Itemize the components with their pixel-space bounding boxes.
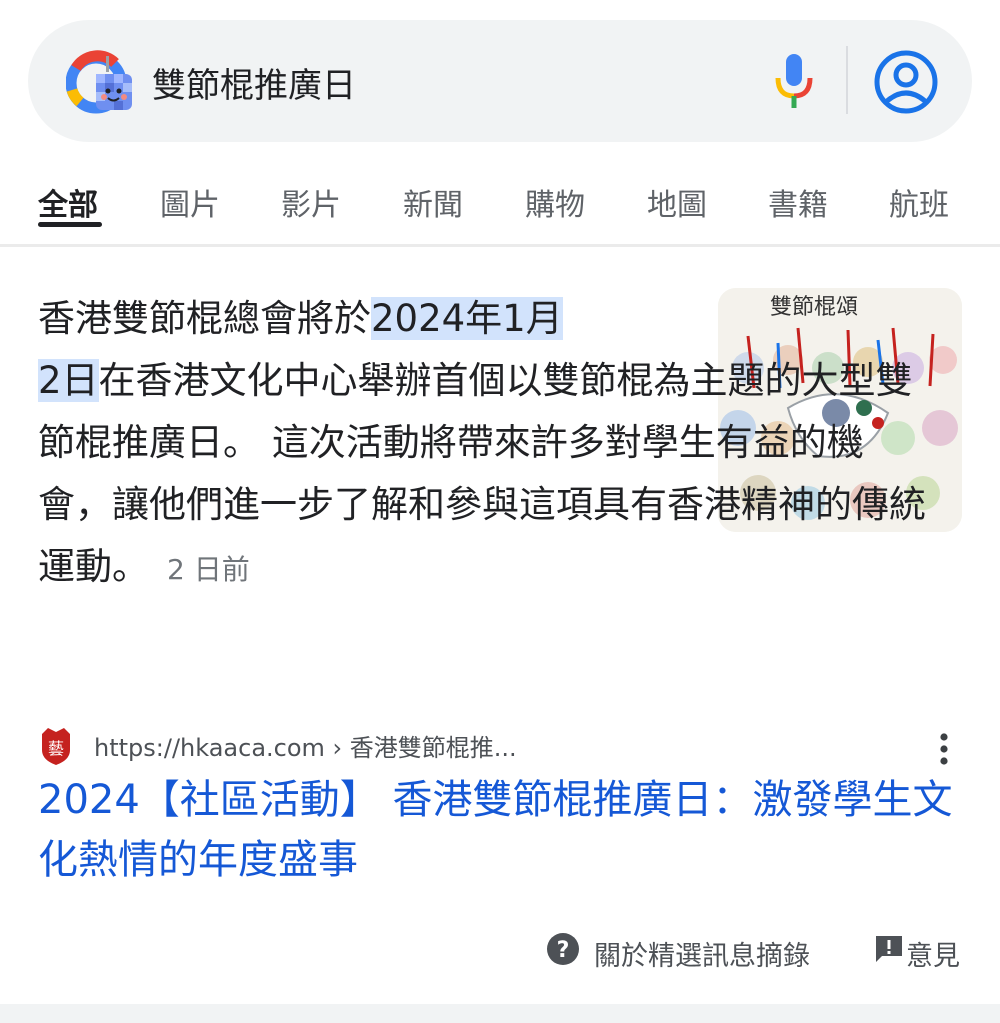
google-logo-icon[interactable] <box>66 50 136 120</box>
about-label: 關於精選訊息摘錄 <box>594 941 810 972</box>
tab-flights[interactable]: 航班 <box>889 180 949 224</box>
result-source[interactable]: 藝 https://hkaaca.com › 香港雙節棍推... <box>38 726 968 766</box>
tab-all[interactable]: 全部 <box>38 180 98 224</box>
tab-images[interactable]: 圖片 <box>160 180 220 224</box>
svg-text:?: ? <box>557 938 570 963</box>
result-title-link[interactable]: 2024【社區活動】 香港雙節棍推廣日：激發學生文化熱情的年度盛事 <box>38 770 968 890</box>
search-bar[interactable]: 雙節棍推廣日 <box>28 20 972 142</box>
active-tab-indicator <box>38 222 102 227</box>
snippet-highlight-date: 2024年1月 <box>371 297 563 340</box>
search-separator <box>846 46 848 114</box>
result-url[interactable]: https://hkaaca.com › 香港雙節棍推... <box>94 728 517 763</box>
snippet-date: 2 日前 <box>167 553 250 586</box>
tab-maps[interactable]: 地圖 <box>647 180 707 224</box>
tab-shopping[interactable]: 購物 <box>525 180 585 224</box>
site-favicon-icon: 藝 <box>42 728 70 765</box>
featured-snippet-text: 香港雙節棍總會將於2024年1月 2日在香港文化中心舉辦首個以雙節棍為主題的大型雙… <box>38 288 928 601</box>
tab-videos[interactable]: 影片 <box>281 180 341 224</box>
snippet-text-before: 香港雙節棍總會將於 <box>38 297 371 340</box>
feedback-icon <box>876 936 902 962</box>
search-tabs: 全部 圖片 影片 新聞 購物 地圖 書籍 航班 <box>0 168 1000 244</box>
search-query[interactable]: 雙節棍推廣日 <box>152 58 356 107</box>
help-icon: ? <box>547 933 579 965</box>
feedback-label: 意見 <box>906 941 960 972</box>
more-vert-icon[interactable] <box>938 732 950 766</box>
tab-books[interactable]: 書籍 <box>768 180 828 224</box>
svg-text:藝: 藝 <box>48 739 64 758</box>
snippet-highlight-day: 2日 <box>38 359 99 402</box>
bottom-divider <box>0 1004 1000 1023</box>
tabs-divider <box>0 244 1000 247</box>
tab-news[interactable]: 新聞 <box>403 180 463 224</box>
mic-icon[interactable] <box>774 52 814 110</box>
account-icon[interactable] <box>873 49 939 115</box>
